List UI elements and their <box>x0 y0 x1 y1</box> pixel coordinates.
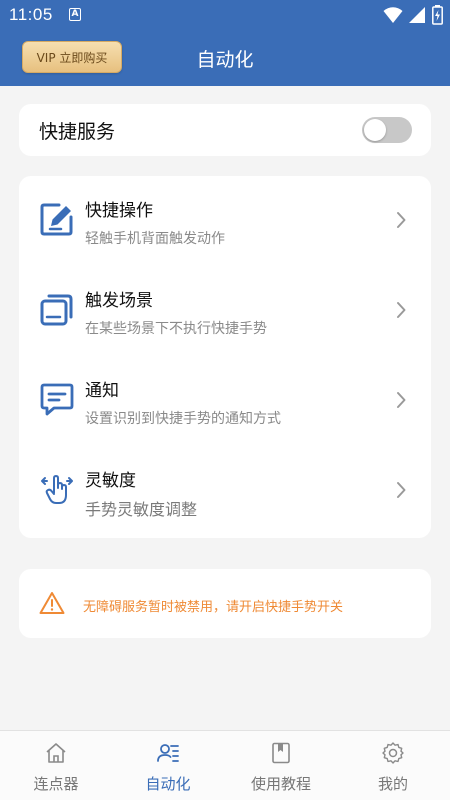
settings-icon <box>382 742 404 764</box>
menu-item-quick-action[interactable]: 快捷操作 轻触手机背面触发动作 <box>19 176 431 266</box>
menu-item-trigger-scene[interactable]: 触发场景 在某些场景下不执行快捷手势 <box>19 266 431 356</box>
nav-label: 自动化 <box>145 775 191 793</box>
nav-label: 使用教程 <box>250 775 311 793</box>
chevron-right-icon <box>397 212 406 228</box>
nav-tab-tutorial[interactable]: 使用教程 <box>225 731 337 800</box>
nav-tab-automation[interactable]: 自动化 <box>112 731 224 800</box>
signal-icon <box>409 7 425 23</box>
menu-item-title: 灵敏度 <box>85 471 136 491</box>
menu-item-subtitle: 设置识别到快捷手势的通知方式 <box>85 411 281 427</box>
nav-tab-mine[interactable]: 我的 <box>337 731 449 800</box>
menu-item-subtitle: 轻触手机背面触发动作 <box>85 231 225 247</box>
menu-item-title: 通知 <box>85 381 119 401</box>
automation-icon <box>157 744 179 762</box>
app-bar: VIP 立即购买 自动化 <box>0 30 450 86</box>
nav-tab-clicker[interactable]: 连点器 <box>0 731 112 800</box>
menu-item-sensitivity[interactable]: 灵敏度 手势灵敏度调整 <box>19 446 431 536</box>
message-icon <box>40 383 74 416</box>
bottom-navigation: 连点器 自动化 使用教程 我的 <box>0 730 450 800</box>
warning-icon <box>39 592 65 614</box>
accessibility-warning-card[interactable]: 无障碍服务暂时被禁用，请开启快捷手势开关 <box>19 569 431 638</box>
nav-label: 我的 <box>377 775 408 793</box>
wifi-icon <box>383 7 403 23</box>
status-bar: 11:05 A <box>0 0 450 30</box>
status-time: 11:05 <box>9 5 53 24</box>
settings-menu-card: 快捷操作 轻触手机背面触发动作 触发场景 在某些场景下不执行快捷手势 通知 设置… <box>19 176 431 538</box>
gesture-icon <box>41 475 73 504</box>
menu-item-notification[interactable]: 通知 设置识别到快捷手势的通知方式 <box>19 356 431 446</box>
menu-item-title: 快捷操作 <box>85 201 153 221</box>
menu-item-subtitle: 手势灵敏度调整 <box>85 500 198 519</box>
quick-service-toggle[interactable] <box>362 117 412 143</box>
copy-icon <box>40 294 73 326</box>
warning-text: 无障碍服务暂时被禁用，请开启快捷手势开关 <box>83 600 344 615</box>
chevron-right-icon <box>397 302 406 318</box>
menu-item-subtitle: 在某些场景下不执行快捷手势 <box>85 321 267 337</box>
nav-label: 连点器 <box>33 775 79 793</box>
chevron-right-icon <box>397 482 406 498</box>
edit-icon <box>40 203 73 236</box>
battery-charging-icon <box>432 5 443 25</box>
toggle-knob <box>364 119 386 141</box>
book-icon <box>272 742 290 764</box>
chevron-right-icon <box>397 392 406 408</box>
notification-a-icon: A <box>69 8 81 21</box>
quick-service-label: 快捷服务 <box>39 121 116 143</box>
home-icon <box>46 743 66 763</box>
menu-item-title: 触发场景 <box>85 291 153 311</box>
quick-service-card: 快捷服务 <box>19 104 431 156</box>
page-title: 自动化 <box>196 49 254 71</box>
